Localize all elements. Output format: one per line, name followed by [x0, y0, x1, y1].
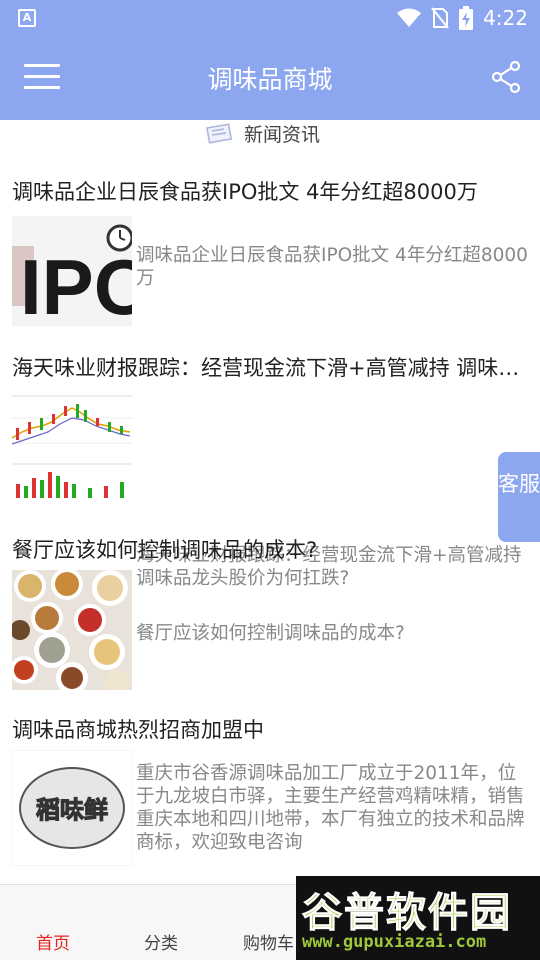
article-thumbnail [12, 388, 132, 502]
ipo-text: IPO [20, 243, 132, 326]
article-summary: 调味品企业日辰食品获IPO批文 4年分红超8000万 [136, 245, 528, 289]
spice-bowls-thumb [12, 570, 132, 690]
clock: 4:22 [483, 6, 528, 30]
article-item[interactable]: 调味品企业日辰食品获IPO批文 4年分红超8000万 IPO 调味品企业日辰食品… [0, 176, 540, 336]
article-title: 调味品企业日辰食品获IPO批文 4年分红超8000万 [12, 180, 478, 204]
article-summary: 餐厅应该如何控制调味品的成本? [136, 623, 405, 644]
stock-chart-thumb [12, 388, 132, 502]
article-item[interactable]: 调味品商城热烈招商加盟中 稻味鲜 重庆市谷香源调味品加工厂成立于2011年，位于… [0, 714, 540, 884]
wifi-icon [397, 8, 422, 27]
article-thumbnail: IPO [12, 216, 132, 326]
article-title: 海天味业财报跟踪：经营现金流下滑+高管减持 调味品龙头股价为何扛跌? [12, 356, 528, 380]
section-title: 新闻资讯 [244, 124, 321, 146]
nav-home[interactable]: 首页 [36, 929, 70, 954]
nav-category[interactable]: 分类 [144, 929, 178, 954]
watermark: 谷普软件园 www.gupuxiazai.com [296, 876, 540, 960]
newspaper-icon [206, 123, 232, 144]
share-icon[interactable] [490, 60, 522, 94]
article-summary: 重庆市谷香源调味品加工厂成立于2011年，位于九龙坡白市驿，主要生产经营鸡精味精… [136, 763, 525, 853]
brand-logo-thumb: 稻味鲜 [12, 750, 132, 866]
article-item[interactable]: 海天味业财报跟踪：经营现金流下滑+高管减持 调味品龙头股价为何扛跌? [0, 352, 540, 512]
status-bar: A 4:22 [0, 0, 540, 36]
no-sim-icon [431, 7, 449, 29]
nav-cart[interactable]: 购物车 [243, 929, 294, 954]
article-thumbnail [12, 570, 132, 690]
watermark-url: www.gupuxiazai.com [302, 932, 487, 952]
customer-service-button[interactable]: 客服 [498, 452, 540, 542]
status-icons: 4:22 [397, 6, 528, 30]
article-thumbnail: 稻味鲜 [12, 750, 132, 866]
battery-charging-icon [459, 6, 474, 30]
page-title: 调味品商城 [207, 65, 333, 94]
watermark-title: 谷普软件园 [302, 890, 512, 937]
article-title: 餐厅应该如何控制调味品的成本? [12, 538, 318, 562]
news-list[interactable]: 新闻资讯 调味品企业日辰食品获IPO批文 4年分红超8000万 IPO 调味品企… [0, 120, 540, 884]
article-title: 调味品商城热烈招商加盟中 [12, 718, 264, 742]
brand-logo-text: 稻味鲜 [36, 796, 108, 824]
article-item[interactable]: 餐厅应该如何控制调味品的成本? 餐厅应该如何控制调味品的成本? [0, 534, 540, 694]
notification-icon: A [18, 9, 36, 27]
app-bar: 调味品商城 [0, 36, 540, 120]
section-header: 新闻资讯 [0, 120, 540, 148]
